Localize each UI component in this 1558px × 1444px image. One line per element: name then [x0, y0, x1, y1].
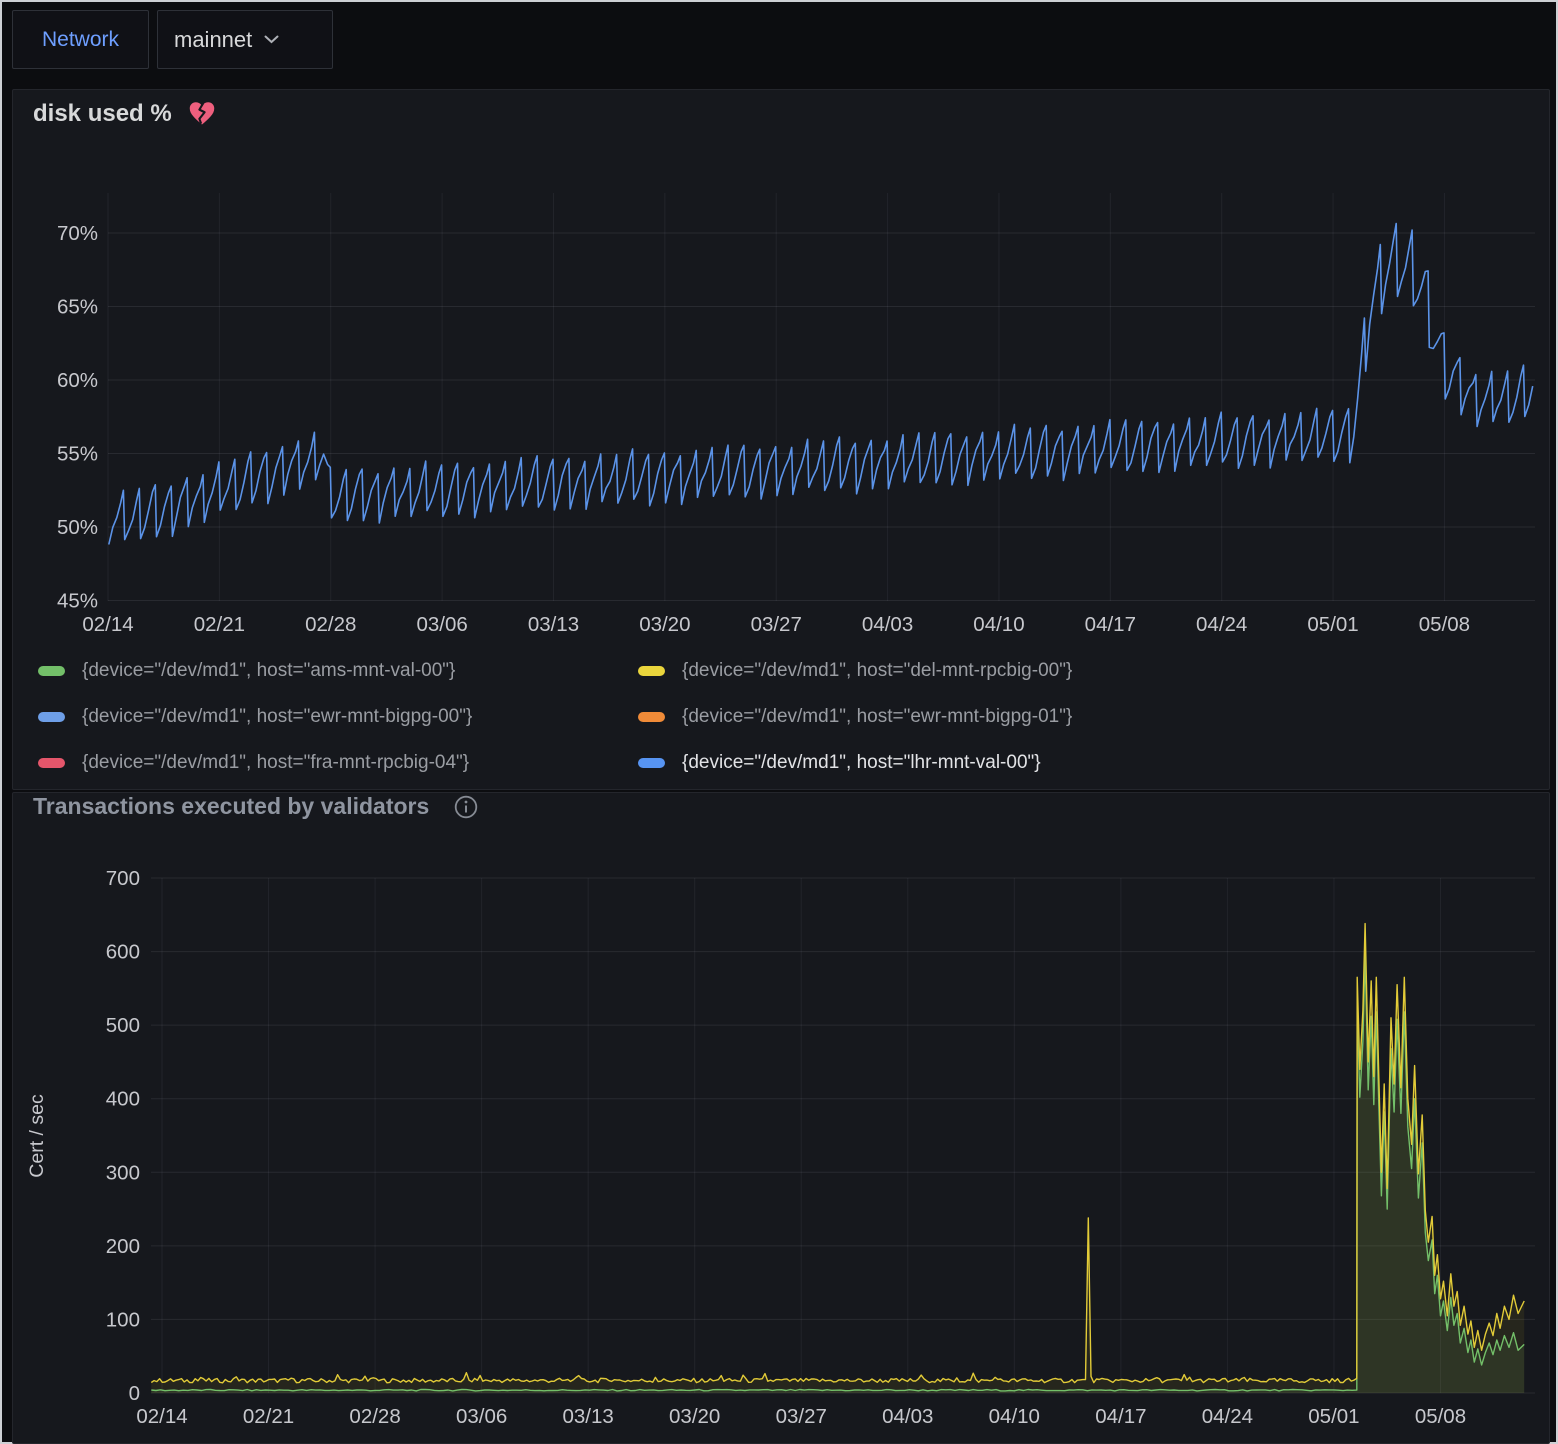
x-axis-tick-label: 04/17: [1095, 1405, 1146, 1428]
y-axis-tick-label: 200: [106, 1235, 140, 1258]
network-variable-dropdown[interactable]: mainnet: [157, 10, 333, 69]
legend-item-ams-mnt-val-00[interactable]: {device="/dev/md1", host="ams-mnt-val-00…: [38, 648, 638, 694]
x-axis-tick-label: 04/24: [1196, 613, 1247, 636]
series-line-lhr-mnt-val-00: [109, 224, 1533, 545]
legend-swatch-icon: [638, 758, 665, 768]
x-axis-tick-label: 04/24: [1202, 1405, 1253, 1428]
y-axis-tick-label: 400: [106, 1088, 140, 1111]
network-label-text: Network: [42, 28, 119, 52]
chevron-down-icon: [264, 35, 279, 44]
y-axis-tick-label: 300: [106, 1161, 140, 1184]
y-axis-tick-label: 50%: [57, 516, 98, 539]
y-axis-tick-label: 70%: [57, 222, 98, 245]
y-axis-tick-label: 100: [106, 1308, 140, 1331]
x-axis-tick-label: 05/01: [1307, 613, 1358, 636]
network-variable-label: Network: [12, 10, 149, 69]
y-axis-title: Cert / sec: [26, 1094, 48, 1178]
legend: {device="/dev/md1", host="ams-mnt-val-00…: [38, 648, 1518, 786]
legend-item-label: {device="/dev/md1", host="del-mnt-rpcbig…: [682, 660, 1072, 682]
x-axis-tick-label: 04/03: [862, 613, 913, 636]
transactions-chart[interactable]: 0 100 200 300 400 500 600 700 02/14 02/21 02/28 03/…: [13, 793, 1549, 1443]
series-fill-green-series: [151, 953, 1524, 1393]
chart-grid: [151, 878, 1535, 1393]
x-axis-tick-label: 04/17: [1085, 613, 1136, 636]
x-axis-tick-label: 03/06: [456, 1405, 507, 1428]
x-axis-tick-label: 02/28: [305, 613, 356, 636]
series-fill-yellow-series: [151, 924, 1524, 1393]
y-axis-tick-label: 60%: [57, 369, 98, 392]
legend-item-del-mnt-rpcbig-00[interactable]: {device="/dev/md1", host="del-mnt-rpcbig…: [638, 648, 1518, 694]
x-axis-tick-label: 03/27: [751, 613, 802, 636]
legend-item-label: {device="/dev/md1", host="ewr-mnt-bigpg-…: [682, 706, 1072, 728]
x-axis-tick-label: 03/20: [639, 613, 690, 636]
disk-used-chart[interactable]: 45% 50% 55% 60% 65% 70% 02/14 02/21 02/28 03/06 03…: [13, 90, 1549, 646]
legend-item-fra-mnt-rpcbig-04[interactable]: {device="/dev/md1", host="fra-mnt-rpcbig…: [38, 740, 638, 786]
x-axis-tick-label: 02/14: [136, 1405, 187, 1428]
legend-swatch-icon: [38, 712, 65, 722]
panel-transactions: Transactions executed by validators 0100…: [12, 792, 1550, 1444]
grafana-dashboard: Network mainnet disk used % 45%50%55%60%…: [2, 2, 1556, 1442]
x-axis-tick-label: 03/20: [669, 1405, 720, 1428]
x-axis-tick-label: 05/08: [1415, 1405, 1466, 1428]
y-axis-tick-label: 500: [106, 1014, 140, 1037]
x-axis-tick-label: 04/10: [989, 1405, 1040, 1428]
y-axis-tick-label: 700: [106, 867, 140, 890]
panel-disk-used: disk used % 45%50%55%60%65%70%02/1402/21…: [12, 89, 1550, 790]
legend-swatch-icon: [638, 666, 665, 676]
legend-swatch-icon: [38, 758, 65, 768]
y-axis-tick-label: 65%: [57, 296, 98, 319]
x-axis-tick-label: 02/28: [349, 1405, 400, 1428]
y-axis-tick-label: 45%: [57, 590, 98, 613]
legend-swatch-icon: [38, 666, 65, 676]
legend-item-label: {device="/dev/md1", host="fra-mnt-rpcbig…: [82, 752, 469, 774]
legend-item-ewr-mnt-bigpg-01[interactable]: {device="/dev/md1", host="ewr-mnt-bigpg-…: [638, 694, 1518, 740]
legend-item-label: {device="/dev/md1", host="ams-mnt-val-00…: [82, 660, 455, 682]
x-axis-tick-label: 04/03: [882, 1405, 933, 1428]
chart-grid: [108, 193, 1535, 601]
series-line-yellow-series: [151, 924, 1524, 1383]
x-axis-tick-label: 03/13: [563, 1405, 614, 1428]
x-axis-tick-label: 02/21: [243, 1405, 294, 1428]
y-axis-tick-label: 0: [129, 1382, 140, 1405]
x-axis-tick-label: 03/27: [776, 1405, 827, 1428]
network-variable-value: mainnet: [174, 27, 252, 53]
x-axis-tick-label: 02/14: [82, 613, 133, 636]
legend-item-lhr-mnt-val-00[interactable]: {device="/dev/md1", host="lhr-mnt-val-00…: [638, 740, 1518, 786]
x-axis-tick-label: 04/10: [973, 613, 1024, 636]
legend-item-label: {device="/dev/md1", host="lhr-mnt-val-00…: [682, 752, 1041, 774]
legend-item-ewr-mnt-bigpg-00[interactable]: {device="/dev/md1", host="ewr-mnt-bigpg-…: [38, 694, 638, 740]
y-axis-tick-label: 600: [106, 941, 140, 964]
x-axis-tick-label: 05/01: [1308, 1405, 1359, 1428]
legend-item-label: {device="/dev/md1", host="ewr-mnt-bigpg-…: [82, 706, 472, 728]
x-axis-tick-label: 02/21: [194, 613, 245, 636]
x-axis-tick-label: 03/13: [528, 613, 579, 636]
y-axis-tick-label: 55%: [57, 443, 98, 466]
x-axis-tick-label: 05/08: [1419, 613, 1470, 636]
legend-swatch-icon: [638, 712, 665, 722]
x-axis-tick-label: 03/06: [416, 613, 467, 636]
